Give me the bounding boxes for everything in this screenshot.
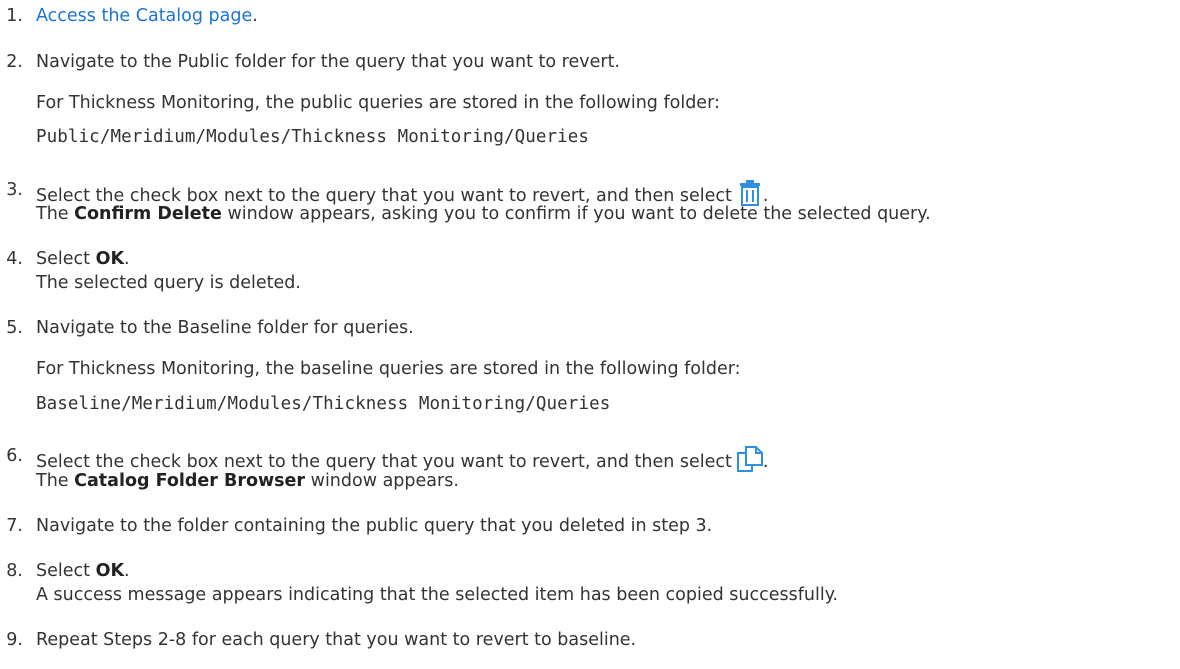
step-punctuation: . xyxy=(124,249,130,269)
step-text: Select OK. xyxy=(36,561,130,581)
step-number: 4. xyxy=(6,249,23,269)
step-number: 1. xyxy=(6,6,23,26)
confirm-delete-label: Confirm Delete xyxy=(74,204,222,224)
step-number: 8. xyxy=(6,561,23,581)
step-number: 6. xyxy=(6,446,23,466)
public-folder-path: Public/Meridium/Modules/Thickness Monito… xyxy=(36,127,590,147)
result-suffix: window appears. xyxy=(305,471,459,491)
folder-note: For Thickness Monitoring, the baseline q… xyxy=(36,359,741,379)
step-instruction: Select the check box next to the query t… xyxy=(36,452,732,472)
step-punctuation: . xyxy=(762,452,769,472)
step-number: 9. xyxy=(6,630,23,650)
step-text: Navigate to the Baseline folder for quer… xyxy=(36,318,414,338)
step-text: Navigate to the Public folder for the qu… xyxy=(36,52,620,72)
catalog-folder-browser-label: Catalog Folder Browser xyxy=(74,471,306,491)
step-text: Select the check box next to the query t… xyxy=(36,446,768,472)
copy-icon xyxy=(736,446,763,472)
step-result: The selected query is deleted. xyxy=(36,273,301,293)
step-text: Navigate to the folder containing the pu… xyxy=(36,516,713,536)
step-text: Repeat Steps 2-8 for each query that you… xyxy=(36,630,637,650)
step-instruction: Select the check box next to the query t… xyxy=(36,186,732,206)
step-number: 5. xyxy=(6,318,23,338)
step-result: The Confirm Delete window appears, askin… xyxy=(36,204,931,224)
step-result: A success message appears indicating tha… xyxy=(36,585,839,605)
step-punctuation: . xyxy=(124,561,130,581)
step-number: 2. xyxy=(6,52,23,72)
step-text: Access the Catalog page. xyxy=(36,6,258,26)
step-punctuation: . xyxy=(762,186,769,206)
step-instruction: Select xyxy=(36,249,96,269)
step-text: Select the check box next to the query t… xyxy=(36,180,768,206)
step-number: 3. xyxy=(6,180,23,200)
access-catalog-link[interactable]: Access the Catalog page xyxy=(36,6,252,26)
step-instruction: Select xyxy=(36,561,96,581)
folder-note: For Thickness Monitoring, the public que… xyxy=(36,93,720,113)
step-punctuation: . xyxy=(252,6,258,26)
delete-trash-icon xyxy=(737,180,763,206)
ok-label: OK xyxy=(95,561,124,581)
result-suffix: window appears, asking you to confirm if… xyxy=(221,204,931,224)
result-prefix: The xyxy=(36,471,75,491)
step-result: The Catalog Folder Browser window appear… xyxy=(36,471,459,491)
step-text: Select OK. xyxy=(36,249,130,269)
step-number: 7. xyxy=(6,516,23,536)
ok-label: OK xyxy=(95,249,124,269)
result-prefix: The xyxy=(36,204,75,224)
baseline-folder-path: Baseline/Meridium/Modules/Thickness Moni… xyxy=(36,394,611,414)
